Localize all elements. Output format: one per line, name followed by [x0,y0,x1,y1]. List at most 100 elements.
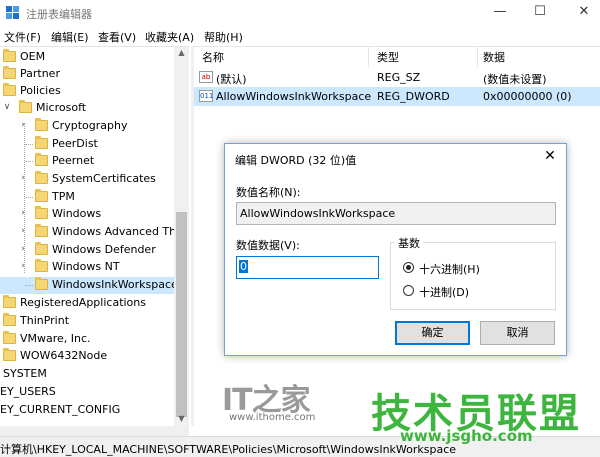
cancel-button[interactable]: 取消 [480,321,555,345]
radio-button[interactable] [403,285,414,296]
chevron-right-icon[interactable]: › [18,208,28,218]
menu-file[interactable]: 文件(F) [4,29,41,45]
chevron-right-icon[interactable]: › [18,226,28,236]
folder-icon [35,224,48,237]
value-type: REG_SZ [377,71,421,84]
close-window-button[interactable]: ✕ [576,4,592,20]
tree-item-label: OEM [20,50,46,63]
tree-item-label: Windows Advanced Thr [52,225,181,238]
tree-item-tpm[interactable]: TPM [0,189,189,206]
scroll-down-arrow-icon[interactable]: ▼ [174,413,189,425]
tree-item-label: SystemCertificates [52,172,156,185]
value-data: 0x00000000 (0) [483,90,572,103]
registry-tree: OEM Partner Policies ∨ Microsoft › Crypt… [0,46,189,426]
tree-item-label: Peernet [52,154,95,167]
menu-view[interactable]: 查看(V) [98,29,136,45]
tree-item-peernet[interactable]: Peernet [0,153,189,170]
tree-item-systemcertificates[interactable]: › SystemCertificates [0,171,189,188]
tree-item-windows-defender[interactable]: › Windows Defender [0,242,189,259]
folder-icon [3,66,16,79]
jsgho-watermark-url: www.jsgho.com [400,427,533,445]
tree-item-label: Policies [20,84,61,97]
ithome-watermark-url: www.ithome.com [229,412,316,423]
column-separator[interactable] [368,47,369,67]
menu-help[interactable]: 帮助(H) [204,29,243,45]
chevron-right-icon[interactable]: › [18,173,28,183]
tree-item-windows-advanced-threat[interactable]: › Windows Advanced Thr [0,224,189,241]
tree-item-peerdist[interactable]: PeerDist [0,136,189,153]
column-separator[interactable] [477,47,478,67]
folder-icon [3,313,16,326]
folder-icon [35,118,48,131]
value-data: (数值未设置) [483,73,547,86]
column-header-type[interactable]: 类型 [377,49,399,65]
tree-item-partner[interactable]: Partner [0,66,189,83]
tree-horizontal-scrollbar[interactable] [0,426,189,436]
string-value-icon: ab [199,71,213,83]
radio-label: 十六进制(H) [419,263,480,276]
tree-item-label: RegisteredApplications [20,296,146,309]
tree-item-windows-nt[interactable]: › Windows NT [0,259,189,276]
chevron-right-icon[interactable]: › [18,261,28,271]
regedit-app-icon [6,6,19,19]
title-bar: 注册表编辑器 — ☐ ✕ [0,0,600,26]
scroll-up-arrow-icon[interactable]: ▲ [174,47,189,59]
menu-bar: 文件(F) 编辑(E) 查看(V) 收藏夹(A) 帮助(H) [0,26,600,46]
maximize-button[interactable]: ☐ [532,4,548,20]
tree-item-system[interactable]: SYSTEM [0,366,189,383]
column-header-name[interactable]: 名称 [202,49,224,65]
folder-icon [35,153,48,166]
value-data-input[interactable]: 0 [236,256,379,279]
radio-label: 十进制(D) [419,286,470,299]
tree-item-label: SYSTEM [3,367,47,380]
list-row-default[interactable]: ab (默认) REG_SZ (数值未设置) [194,68,600,87]
value-type: REG_DWORD [377,90,450,103]
tree-item-hkey-users[interactable]: EY_USERS [0,384,189,401]
value-name-field: AllowWindowsInkWorkspace [236,202,556,225]
tree-connector [25,161,33,162]
tree-item-label: Windows [52,207,102,220]
ok-button[interactable]: 确定 [395,321,470,345]
window-title: 注册表编辑器 [26,8,92,21]
tree-item-cryptography[interactable]: › Cryptography [0,118,189,135]
tree-item-oem[interactable]: OEM [0,49,189,66]
tree-item-microsoft[interactable]: ∨ Microsoft [0,100,189,117]
menu-edit[interactable]: 编辑(E) [51,29,89,45]
column-header-data[interactable]: 数据 [483,49,505,65]
tree-item-windowsinkworkspace[interactable]: WindowsInkWorkspace [0,277,189,294]
folder-icon [3,295,16,308]
value-name: AllowWindowsInkWorkspace [216,90,372,103]
list-row-allowwindowsinkworkspace[interactable]: 011 AllowWindowsInkWorkspace REG_DWORD 0… [194,87,600,106]
menu-favorites[interactable]: 收藏夹(A) [145,29,194,45]
tree-item-registeredapplications[interactable]: RegisteredApplications [0,295,189,312]
tree-item-label: Microsoft [36,101,87,114]
tree-vertical-scrollbar[interactable]: ▲ ▼ [174,47,189,426]
folder-icon [3,49,16,62]
edit-dword-dialog: 编辑 DWORD (32 位)值 ✕ 数值名称(N): AllowWindows… [224,143,567,356]
tree-item-vmware[interactable]: VMware, Inc. [0,331,189,348]
folder-icon [3,83,16,96]
tree-item-wow6432node[interactable]: WOW6432Node [0,348,189,365]
chevron-down-icon[interactable]: ∨ [2,102,12,112]
folder-icon [19,100,32,113]
minimize-button[interactable]: — [492,4,508,20]
tree-connector [25,197,33,198]
folder-icon [35,206,48,219]
tree-item-thinprint[interactable]: ThinPrint [0,313,189,330]
tree-item-label: WindowsInkWorkspace [52,278,178,291]
tree-item-windows[interactable]: › Windows [0,206,189,223]
tree-item-label: Partner [20,67,60,80]
tree-item-policies[interactable]: Policies [0,83,189,100]
tree-item-label: Cryptography [52,119,128,132]
folder-icon [35,171,48,184]
chevron-right-icon[interactable]: › [18,120,28,130]
folder-icon [35,259,48,272]
tree-item-hkey-current-config[interactable]: EY_CURRENT_CONFIG [0,402,189,419]
tree-item-label: Windows Defender [52,243,156,256]
value-name: (默认) [216,73,247,86]
dialog-close-icon[interactable]: ✕ [542,148,558,164]
tree-item-label: Windows NT [52,260,120,273]
radio-button[interactable] [403,262,414,273]
chevron-right-icon[interactable]: › [18,244,28,254]
scroll-thumb[interactable] [176,212,187,417]
